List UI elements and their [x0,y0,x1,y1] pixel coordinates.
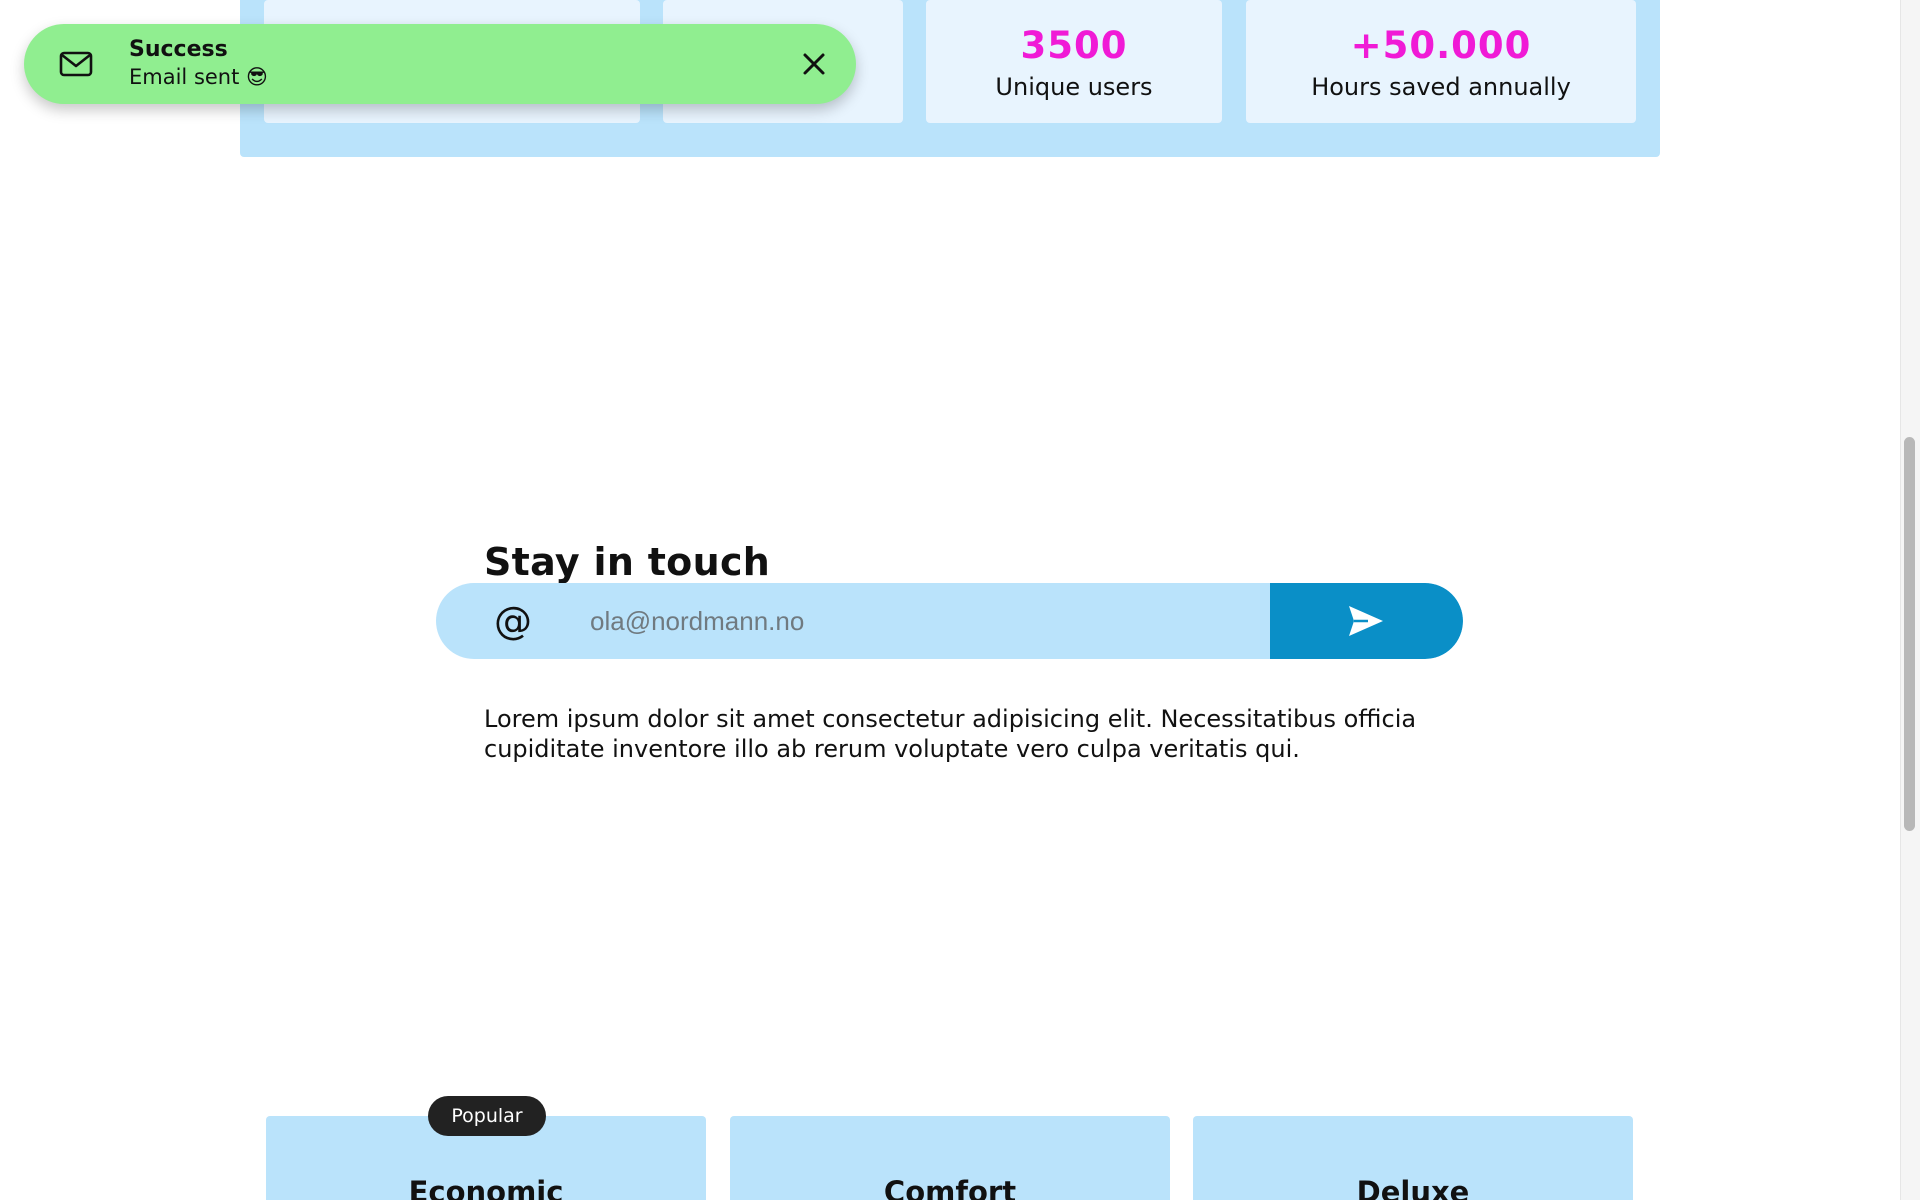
page: 3500 Unique users +50.000 Hours saved an… [0,0,1920,1200]
popular-badge: Popular [428,1096,546,1136]
pricing-card-deluxe[interactable]: Deluxe [1193,1116,1633,1200]
stat-label: Unique users [995,73,1153,101]
newsletter-form: @ [436,583,1463,659]
email-input[interactable] [590,597,1190,645]
plan-name: Economic [408,1175,564,1200]
toast-title: Success [129,37,228,62]
pricing-card-comfort[interactable]: Comfort [730,1116,1170,1200]
close-icon[interactable] [798,48,830,80]
at-icon: @ [494,599,532,643]
scrollbar-thumb[interactable] [1904,437,1915,831]
success-toast: Success Email sent 😎 [24,24,856,104]
stat-value: +50.000 [1350,24,1532,67]
send-icon [1349,606,1383,636]
stat-card-hours-saved: +50.000 Hours saved annually [1246,0,1636,123]
section-title: Stay in touch [484,539,771,584]
plan-name: Deluxe [1356,1175,1470,1200]
section-description: Lorem ipsum dolor sit amet consectetur a… [484,705,1417,763]
toast-message: Email sent 😎 [129,65,268,89]
mail-icon [59,51,93,77]
send-button[interactable] [1270,583,1463,659]
plan-name: Comfort [883,1175,1017,1200]
stat-value: 3500 [1020,24,1128,67]
stat-card-unique-users: 3500 Unique users [926,0,1222,123]
stat-label: Hours saved annually [1311,73,1571,101]
